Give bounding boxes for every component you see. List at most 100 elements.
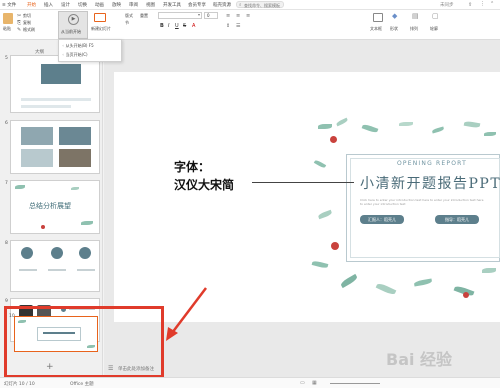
cut-button[interactable]: 剪切 [23,13,31,19]
from-start-label: 从当前开始 [61,29,81,34]
slide-thumbnail: 总结分析展望 [10,180,100,234]
search-box[interactable]: ⌕ 查找命令、搜索模板 [236,1,284,8]
share-icon[interactable]: ⇪ [468,2,472,8]
menu-animation[interactable]: 动画 [95,2,104,8]
leaf-decoration [431,126,445,134]
slide-number: 7 [5,181,8,186]
slide-thumb-8[interactable]: 8 [2,240,102,294]
leaf-decoration [335,117,349,127]
menu-view[interactable]: 视图 [146,2,155,8]
play-slideshow-icon: ▶ [68,14,79,25]
collapse-icon[interactable]: ⌃ [490,1,494,7]
file-menu[interactable]: ≡ 文件 [2,2,16,8]
menu-slideshow[interactable]: 放映 [112,2,121,8]
slide-body-text[interactable]: Click here to enter your introduction te… [360,198,485,206]
menu-docer[interactable]: 稻壳资源 [213,2,231,8]
menu-developer[interactable]: 开发工具 [163,2,181,8]
cut-icon[interactable]: ✂ [17,13,21,19]
new-slide-icon[interactable] [94,13,106,22]
slide-number: 8 [5,241,8,246]
copy-icon[interactable]: ⎘ [17,20,21,26]
leaf-decoration [484,132,496,136]
text-box-icon[interactable] [373,13,383,22]
dropdown-from-beginning[interactable]: ◦ 从头开始(B) F5 [62,43,94,49]
slide-number: 5 [5,56,8,61]
leaf-decoration [463,120,481,129]
menu-bar: ≡ 文件 开始 插入 设计 切换 动画 放映 审阅 视图 开发工具 会员专享 稻… [0,0,500,10]
reporter-badge[interactable]: 汇报人：稻壳儿 [360,215,404,224]
view-normal-icon[interactable]: ▭ [300,380,305,386]
menu-home[interactable]: 开始 [27,2,36,8]
sync-status[interactable]: 未同步 [440,2,454,8]
paste-icon[interactable] [3,13,13,24]
leaf-decoration [361,123,379,134]
arrange-button[interactable]: 排列 [410,26,418,32]
copy-button[interactable]: 复制 [23,20,31,26]
font-size-select[interactable]: 0 [204,12,218,19]
align-right-icon[interactable]: ≡ [246,13,250,19]
font-name-select[interactable]: ▾ [158,12,202,19]
view-grid-icon[interactable]: ▦ [312,380,317,386]
outline-icon[interactable]: ▢ [432,12,439,20]
theme-name: Office 主题 [70,382,94,387]
slide-count: 幻灯片 10 / 10 [4,382,35,387]
leaf-decoration [318,124,332,129]
slide-thumb-5[interactable]: 5 [2,55,102,115]
search-placeholder: 查找命令、搜索模板 [244,2,280,8]
annotation-font-name: 汉仪大宋简 [174,178,235,192]
leaf-decoration [482,268,496,273]
slide-subtitle[interactable]: OPENING REPORT [397,160,467,167]
menu-insert[interactable]: 插入 [44,2,53,8]
align-center-icon[interactable]: ≡ [236,13,240,19]
layout-button[interactable]: 版式 [125,13,133,19]
ornament-decoration [330,136,337,143]
slide-thumbnail [10,120,100,174]
teacher-badge[interactable]: 指导：稻壳儿 [435,215,479,224]
bullets-icon[interactable]: ☰ [236,23,240,29]
section-button[interactable]: 节 [125,20,129,26]
leaf-decoration [399,122,413,126]
align-left-icon[interactable]: ≡ [226,13,230,19]
format-painter-icon[interactable]: ✎ [17,27,21,33]
bold-icon[interactable]: B [160,23,164,29]
from-start-button[interactable]: ▶ 从当前开始 [58,11,88,39]
search-icon: ⌕ [239,3,242,8]
ribbon-toolbar: 粘贴 ✂ 剪切 ⎘ 复制 ✎ 格式刷 ▶ 从当前开始 新建幻灯片 版式 节 重置… [0,10,500,40]
leaf-decoration [313,159,327,169]
leaf-decoration [413,278,433,287]
chevron-down-icon: ▾ [197,12,200,17]
slide-thumb-7[interactable]: 7 总结分析展望 [2,180,102,236]
outline-button[interactable]: 轮廓 [430,26,438,32]
leaf-decoration [339,273,359,289]
paste-button[interactable]: 粘贴 [3,26,11,32]
reset-button[interactable]: 重置 [140,13,148,19]
slide-thumbnail [10,55,100,113]
more-icon[interactable]: ⋮ [480,1,485,7]
ornament-decoration [463,292,469,298]
new-slide-button[interactable]: 新建幻灯片 [91,26,111,32]
slide-thumb-6[interactable]: 6 [2,120,102,176]
strikethrough-icon[interactable]: S [183,23,186,29]
menu-member[interactable]: 会员专享 [188,2,206,8]
slide-number: 6 [5,121,8,126]
arrange-icon[interactable]: ▤ [412,12,419,20]
menu-design[interactable]: 设计 [61,2,70,8]
line-spacing-icon[interactable]: ⇕ [226,23,230,29]
slide-title[interactable]: 小清新开题报告PPT [360,173,500,193]
shapes-icon[interactable]: ◆ [392,12,397,20]
format-painter-button[interactable]: 格式刷 [23,27,35,33]
zoom-slider[interactable] [330,383,380,384]
status-bar: 幻灯片 10 / 10 Office 主题 ▭ ▦ [0,377,500,388]
menu-transition[interactable]: 切换 [78,2,87,8]
slide-number: 9 [5,299,8,304]
font-color-icon[interactable]: A [192,23,195,29]
menu-review[interactable]: 审阅 [129,2,138,8]
ornament-decoration [331,242,339,250]
selection-highlight-box [4,306,164,378]
dropdown-from-current[interactable]: ◦ 当页开始(C) [62,52,88,58]
leaf-decoration [375,282,397,296]
shapes-button[interactable]: 形状 [390,26,398,32]
text-box-button[interactable]: 文本框 [370,26,382,32]
italic-icon[interactable]: I [168,23,169,29]
underline-icon[interactable]: U [175,23,179,29]
